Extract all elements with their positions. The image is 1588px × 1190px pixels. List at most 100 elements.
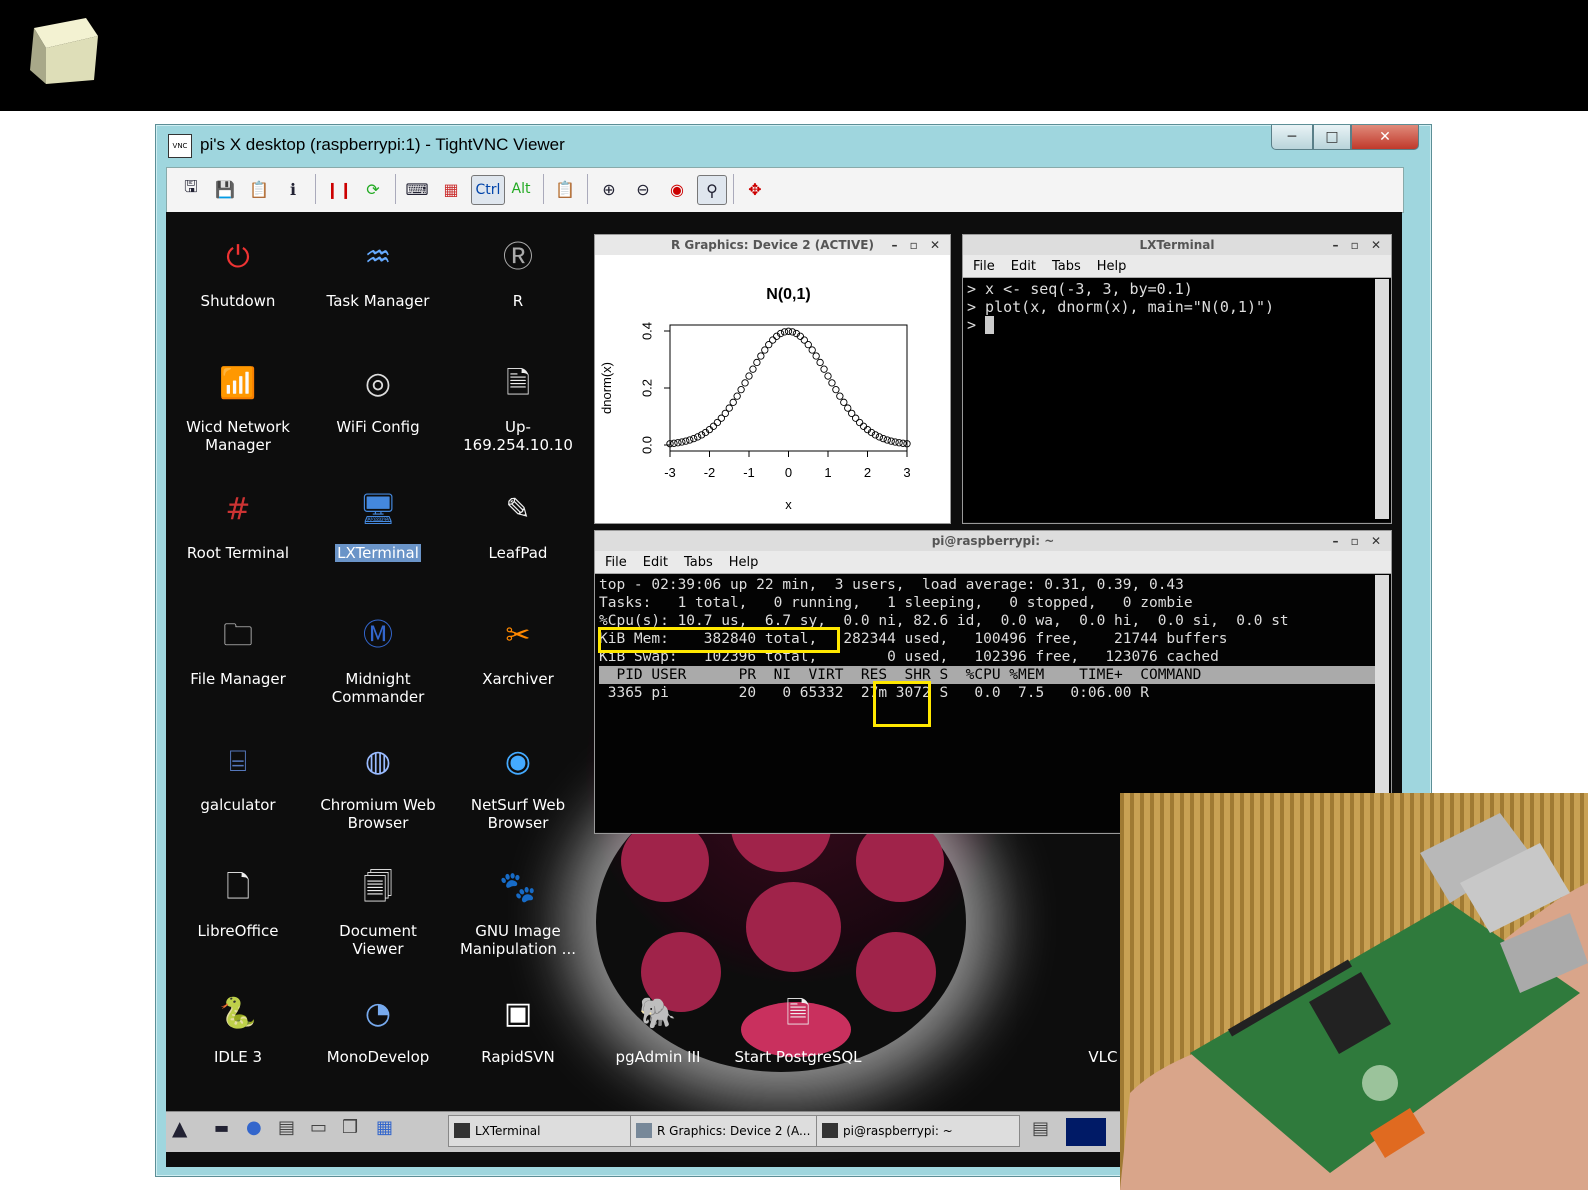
- new-connection-icon[interactable]: 🖫: [177, 175, 205, 203]
- menu-file[interactable]: File: [605, 555, 627, 570]
- ctrl-alt-del-icon[interactable]: ⌨: [403, 175, 431, 203]
- scrollbar[interactable]: [1375, 575, 1389, 829]
- menu-help[interactable]: Help: [1097, 259, 1127, 274]
- clipboard-icon[interactable]: 📋: [551, 175, 579, 203]
- browser-launcher-icon[interactable]: ●: [246, 1117, 262, 1138]
- desktop-icon-idle3[interactable]: 🐍 IDLE 3: [168, 988, 308, 1067]
- desktop-icon-libreoffice[interactable]: 🗋 LibreOffice: [168, 862, 308, 941]
- menu-help[interactable]: Help: [729, 555, 759, 570]
- pause-icon[interactable]: ❙❙: [325, 175, 353, 203]
- menu-edit[interactable]: Edit: [643, 555, 668, 570]
- taskbar-item-lxterminal[interactable]: LXTerminal: [448, 1115, 652, 1147]
- data-point: [686, 436, 694, 444]
- desktop-icon-xarchiver[interactable]: ✂ Xarchiver: [448, 610, 588, 689]
- fullscreen-icon[interactable]: ✥: [741, 175, 769, 203]
- desktop-icon-wicd[interactable]: 📶 Wicd Network Manager: [168, 358, 308, 455]
- data-point: [757, 352, 765, 360]
- cube-logo: [30, 18, 98, 84]
- data-point: [709, 422, 718, 430]
- zoom-100-icon[interactable]: ◉: [663, 175, 691, 203]
- desktop-icon-task-manager[interactable]: ♒ Task Manager: [308, 232, 448, 311]
- desktop-icon-label: LXTerminal: [335, 544, 421, 562]
- lxterminal-r-window[interactable]: LXTerminal – ▫ ✕ File Edit Tabs Help > x…: [962, 234, 1392, 524]
- vnc-toolbar: 🖫 💾 📋 ℹ ❙❙ ⟳ ⌨ ▦ Ctrl Alt 📋 ⊕ ⊖ ◉ ⚲ ✥: [166, 167, 1404, 213]
- desktop-icon-up-file[interactable]: 🗎 Up-169.254.10.10: [448, 358, 588, 455]
- maximize-button[interactable]: □: [1313, 125, 1351, 150]
- data-point: [733, 392, 741, 400]
- desktop-icon-chromium[interactable]: ◍ Chromium Web Browser: [308, 736, 448, 833]
- terminal-titlebar[interactable]: pi@raspberrypi: ~ – ▫ ✕: [595, 531, 1391, 551]
- workspace-icon[interactable]: ❒: [342, 1117, 358, 1138]
- window-controls[interactable]: – ▫ ✕: [1332, 235, 1385, 255]
- desktop-icon-label: R: [512, 292, 524, 310]
- desktop-icon-label: Shutdown: [200, 292, 276, 310]
- lxterminal-top-window[interactable]: pi@raspberrypi: ~ – ▫ ✕ File Edit Tabs H…: [594, 530, 1392, 834]
- desktop-icon-file-manager[interactable]: 🗀 File Manager: [168, 610, 308, 689]
- zoom-fit-icon[interactable]: ⚲: [697, 175, 727, 205]
- menu-tabs[interactable]: Tabs: [1052, 259, 1081, 274]
- ctrl-key-button[interactable]: Ctrl: [471, 175, 505, 205]
- desktop-icon-wifi-config[interactable]: ◎ WiFi Config: [308, 358, 448, 437]
- options-icon[interactable]: 📋: [245, 175, 273, 203]
- wicd-icon: 📶: [219, 366, 257, 401]
- data-point: [682, 437, 690, 445]
- vnc-titlebar[interactable]: VNC pi's X desktop (raspberrypi:1) - Tig…: [156, 125, 1431, 167]
- r-graphics-titlebar[interactable]: R Graphics: Device 2 (ACTIVE) – ▫ ✕: [595, 235, 950, 255]
- desktop-icon-monodevelop[interactable]: ◔ MonoDevelop: [308, 988, 448, 1067]
- desktop-icon-lxterminal[interactable]: 🖥 LXTerminal: [308, 484, 448, 562]
- file-manager-launcher-icon[interactable]: ▬: [214, 1118, 229, 1137]
- desktop-icon-r[interactable]: Ⓡ R: [448, 232, 588, 311]
- menu-tabs[interactable]: Tabs: [684, 555, 713, 570]
- info-icon[interactable]: ℹ: [279, 175, 307, 203]
- desktop-icon-document-viewer[interactable]: 🗐 Document Viewer: [308, 862, 448, 959]
- data-point: [812, 352, 820, 360]
- wifi-config-icon: ◎: [364, 366, 392, 401]
- r-graphics-window[interactable]: R Graphics: Device 2 (ACTIVE) – ▫ ✕ N(0,…: [594, 234, 951, 524]
- menu-file[interactable]: File: [973, 259, 995, 274]
- data-point: [832, 386, 840, 394]
- desktop-icon-label: pgAdmin III: [615, 1048, 701, 1066]
- desktop-icon-start-postgresql[interactable]: 🗎 Start PostgreSQL: [728, 988, 868, 1067]
- desktop-icon-gimp[interactable]: 🐾 GNU Image Manipulation ...: [448, 862, 588, 959]
- terminal-launcher-icon[interactable]: ▤: [278, 1117, 295, 1138]
- desktop-icon-midnight-commander[interactable]: Ⓜ Midnight Commander: [308, 610, 448, 707]
- tray-icon[interactable]: ▤: [1032, 1118, 1049, 1139]
- desktop-icon-netsurf[interactable]: ◉ NetSurf Web Browser: [448, 736, 588, 833]
- data-point: [745, 372, 753, 380]
- menu-edit[interactable]: Edit: [1011, 259, 1036, 274]
- desktop-icon-galculator[interactable]: ⌸ galculator: [168, 736, 308, 815]
- desktop-icon-leafpad[interactable]: ✎ LeafPad: [448, 484, 588, 563]
- console-line: > plot(x, dnorm(x), main="N(0,1)"): [967, 298, 1275, 316]
- win-key-icon[interactable]: ▦: [437, 175, 465, 203]
- refresh-icon[interactable]: ⟳: [359, 175, 387, 203]
- taskbar-item-terminal[interactable]: pi@raspberrypi: ~: [816, 1115, 1020, 1147]
- save-icon[interactable]: 💾: [211, 175, 239, 203]
- pager-icon[interactable]: ▦: [376, 1117, 393, 1138]
- data-point: [840, 398, 848, 406]
- zoom-out-icon[interactable]: ⊖: [629, 175, 657, 203]
- data-point: [788, 328, 797, 336]
- show-desktop-icon[interactable]: ▭: [310, 1117, 327, 1138]
- zoom-in-icon[interactable]: ⊕: [595, 175, 623, 203]
- desktop-icon-label: Chromium Web Browser: [320, 796, 436, 832]
- desktop-icon-shutdown[interactable]: ⏻ Shutdown: [168, 232, 308, 311]
- r-console-output[interactable]: > x <- seq(-3, 3, by=0.1) > plot(x, dnorm…: [963, 278, 1391, 522]
- xarchiver-icon: ✂: [505, 618, 531, 653]
- window-controls[interactable]: – ▫ ✕: [1332, 531, 1385, 551]
- desktop-icon-pgadmin[interactable]: 🐘 pgAdmin III: [588, 988, 728, 1067]
- window-controls[interactable]: – ▫ ✕: [891, 235, 944, 255]
- desktop-icon-root-terminal[interactable]: # Root Terminal: [168, 484, 308, 563]
- menu-icon[interactable]: ▲: [172, 1116, 187, 1140]
- data-point: [883, 436, 891, 444]
- scrollbar[interactable]: [1375, 279, 1389, 519]
- close-button[interactable]: ✕: [1351, 125, 1419, 150]
- up-file-icon: 🗎: [505, 366, 531, 401]
- desktop-icon-rapidsvn[interactable]: ▣ RapidSVN: [448, 988, 588, 1067]
- alt-key-button[interactable]: Alt: [507, 175, 535, 203]
- terminal-title: pi@raspberrypi: ~: [931, 534, 1055, 548]
- cpu-monitor-icon: [1066, 1118, 1106, 1146]
- lxterminal-titlebar[interactable]: LXTerminal – ▫ ✕: [963, 235, 1391, 255]
- minimize-button[interactable]: ─: [1271, 125, 1313, 150]
- terminal-menubar: File Edit Tabs Help: [595, 551, 1391, 574]
- taskbar-item-r-graphics[interactable]: R Graphics: Device 2 (A...: [630, 1115, 838, 1147]
